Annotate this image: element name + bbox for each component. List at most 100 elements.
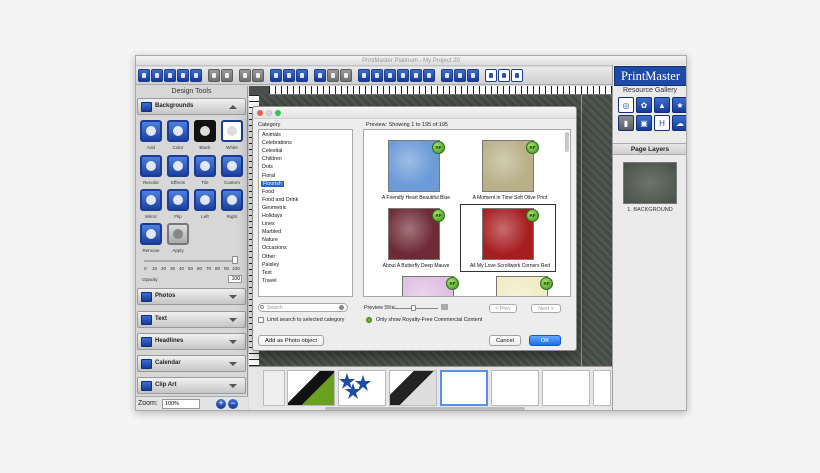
shapes-icon[interactable] <box>397 69 409 82</box>
redo-icon[interactable] <box>327 69 339 82</box>
zoom-select[interactable]: 100% <box>162 399 200 409</box>
arrange-icon[interactable] <box>270 69 282 82</box>
category-item[interactable]: Animals <box>262 132 281 138</box>
minimize-icon[interactable] <box>266 110 272 116</box>
photo-icon[interactable] <box>358 69 370 82</box>
category-item[interactable]: Marbled <box>262 229 281 235</box>
category-list[interactable]: Animals Celebrations Celestial Children Dots… <box>258 129 353 297</box>
rotate-right-button[interactable] <box>221 189 243 211</box>
film-thumb[interactable] <box>542 370 590 406</box>
category-item[interactable]: Occasions <box>262 245 287 251</box>
landscape-icon[interactable]: ▲ <box>654 97 670 113</box>
category-item[interactable]: Children <box>262 156 282 162</box>
add-background-button[interactable] <box>140 120 162 142</box>
cut-icon[interactable] <box>239 69 251 82</box>
web-icon[interactable] <box>454 69 466 82</box>
headline-h-icon[interactable]: H <box>654 115 670 131</box>
opacity-slider-handle[interactable] <box>232 256 238 264</box>
film-thumb[interactable] <box>389 370 437 406</box>
white-background-button[interactable] <box>221 120 243 142</box>
clip-art-panel-header[interactable]: Clip Art <box>137 377 246 394</box>
calendar-panel-header[interactable]: Calendar <box>137 355 246 372</box>
preview-pane[interactable]: RF A Friendly Heart Beautiful Blue RF A Mom… <box>363 129 571 297</box>
share-icon[interactable] <box>467 69 479 82</box>
close-icon[interactable] <box>257 110 263 116</box>
effects-button[interactable] <box>167 155 189 177</box>
backgrounds-panel-header[interactable]: Backgrounds <box>137 98 246 115</box>
mirror-button[interactable] <box>140 189 162 211</box>
preview-size-handle[interactable] <box>411 305 416 311</box>
film-thumb-selected[interactable] <box>440 370 488 406</box>
filmstrip-scrollbar[interactable] <box>325 407 525 410</box>
open-project-icon[interactable] <box>151 69 163 82</box>
rotate-left-button[interactable] <box>194 189 216 211</box>
flip-button[interactable] <box>167 189 189 211</box>
star-icon[interactable]: ★ <box>672 97 686 113</box>
add-as-photo-button[interactable]: Add as Photo object <box>258 335 324 346</box>
paste-icon[interactable] <box>221 69 233 82</box>
align-icon[interactable] <box>296 69 308 82</box>
layer-thumbnail[interactable] <box>623 162 677 204</box>
search-input[interactable]: Search <box>258 303 348 312</box>
save-icon[interactable] <box>164 69 176 82</box>
image-icon[interactable]: ▣ <box>636 115 652 131</box>
tips-icon[interactable] <box>498 69 510 82</box>
flower-icon[interactable]: ✿ <box>636 97 652 113</box>
color-background-button[interactable] <box>167 120 189 142</box>
category-item[interactable]: Nature <box>262 237 278 243</box>
category-item[interactable]: Dots <box>262 164 273 170</box>
next-button[interactable]: Next > <box>531 304 561 313</box>
category-item[interactable]: Geometric <box>262 205 286 211</box>
film-thumb[interactable] <box>263 370 285 406</box>
headline-icon[interactable] <box>384 69 396 82</box>
clear-search-icon[interactable] <box>339 305 344 310</box>
hint-icon[interactable] <box>485 69 497 82</box>
film-thumb[interactable] <box>287 370 335 406</box>
group-icon[interactable] <box>283 69 295 82</box>
limit-search-checkbox[interactable] <box>258 317 264 323</box>
print-icon[interactable] <box>177 69 189 82</box>
zoom-out-icon[interactable]: − <box>228 399 238 409</box>
text-icon[interactable] <box>371 69 383 82</box>
delete-icon[interactable] <box>252 69 264 82</box>
opacity-slider-track[interactable] <box>144 260 238 262</box>
category-item[interactable]: Other <box>262 254 275 260</box>
category-item[interactable]: Food and Drink <box>262 197 298 203</box>
tile-button[interactable] <box>194 155 216 177</box>
ok-button[interactable]: OK <box>529 335 561 346</box>
book-icon[interactable]: ▮ <box>618 115 634 131</box>
undo-icon[interactable] <box>314 69 326 82</box>
export-icon[interactable] <box>190 69 202 82</box>
category-item[interactable]: Celestial <box>262 148 282 154</box>
web-com-icon[interactable]: ☁ <box>672 115 686 131</box>
zoom-in-icon[interactable]: + <box>216 399 226 409</box>
film-thumb[interactable] <box>338 370 386 406</box>
custom-button[interactable] <box>221 155 243 177</box>
film-thumb[interactable] <box>491 370 539 406</box>
category-item[interactable]: Food <box>262 189 274 195</box>
apply-button[interactable] <box>167 223 189 245</box>
category-item[interactable]: Paisley <box>262 262 279 268</box>
new-project-icon[interactable] <box>138 69 150 82</box>
recolor-button[interactable] <box>140 155 162 177</box>
remove-background-button[interactable] <box>140 223 162 245</box>
category-item[interactable]: Travel <box>262 278 277 284</box>
text-panel-header[interactable]: Text <box>137 311 246 328</box>
category-item[interactable]: Flourish <box>261 180 284 187</box>
grid-icon[interactable] <box>340 69 352 82</box>
category-item[interactable]: Floral <box>262 173 275 179</box>
photos-panel-header[interactable]: Photos <box>137 288 246 305</box>
opacity-value-field[interactable]: 100 <box>228 275 242 283</box>
preview-scrollbar[interactable] <box>565 132 569 152</box>
category-item[interactable]: Holidays <box>262 213 282 219</box>
calendar-icon[interactable] <box>410 69 422 82</box>
maximize-icon[interactable] <box>275 110 281 116</box>
black-background-button[interactable] <box>194 120 216 142</box>
help-icon[interactable] <box>511 69 523 82</box>
cancel-button[interactable]: Cancel <box>489 335 521 346</box>
camera-icon[interactable]: ◎ <box>618 97 634 113</box>
clip-art-icon[interactable] <box>423 69 435 82</box>
prev-button[interactable]: < Prev <box>489 304 517 313</box>
royalty-free-checkbox[interactable] <box>366 317 372 323</box>
film-thumb[interactable] <box>593 370 611 406</box>
